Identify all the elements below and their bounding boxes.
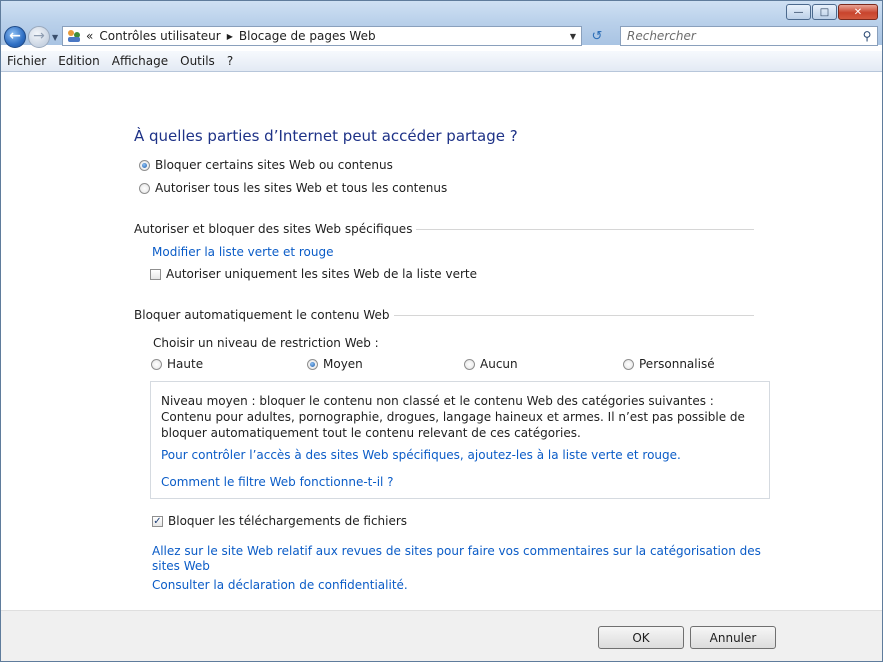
cancel-button[interactable]: Annuler	[690, 626, 776, 649]
breadcrumb-user-controls[interactable]: Contrôles utilisateur	[99, 29, 220, 43]
level-medium-label: Moyen	[323, 357, 363, 371]
page-title: À quelles parties d’Internet peut accéde…	[134, 127, 518, 145]
content-area: À quelles parties d’Internet peut accéde…	[1, 72, 882, 610]
section-auto-block-title: Bloquer automatiquement le contenu Web	[134, 308, 390, 322]
level-custom-label: Personnalisé	[639, 357, 715, 371]
radio-level-high[interactable]	[151, 358, 162, 370]
search-input[interactable]	[621, 29, 857, 43]
refresh-icon[interactable]: ↺	[585, 26, 609, 46]
menu-edit[interactable]: Edition	[58, 54, 100, 68]
address-row: ← → ▼ « Contrôles utilisateur ▶ Blocage …	[1, 25, 882, 48]
ok-button[interactable]: OK	[598, 626, 684, 649]
restriction-level-prompt: Choisir un niveau de restriction Web :	[153, 336, 379, 350]
search-box: ⚲	[620, 26, 878, 46]
level-none[interactable]: Aucun	[464, 357, 518, 371]
radio-level-none[interactable]	[464, 358, 475, 370]
breadcrumb: « Contrôles utilisateur ▶ Blocage de pag…	[86, 29, 565, 43]
site-review-link[interactable]: Allez sur le site Web relatif aux revues…	[152, 544, 762, 574]
radio-allow-all[interactable]	[139, 182, 150, 194]
back-arrow-icon: ←	[9, 28, 21, 44]
section-auto-block: Bloquer automatiquement le contenu Web	[134, 308, 754, 322]
radio-block-some[interactable]	[139, 159, 150, 171]
block-downloads[interactable]: ✓ Bloquer les téléchargements de fichier…	[152, 514, 407, 528]
level-description-box: Niveau moyen : bloquer le contenu non cl…	[150, 381, 770, 499]
history-dropdown-icon[interactable]: ▼	[52, 33, 58, 42]
edit-list-link[interactable]: Modifier la liste verte et rouge	[152, 245, 334, 259]
allow-green-only-label: Autoriser uniquement les sites Web de la…	[166, 267, 478, 281]
radio-level-custom[interactable]	[623, 358, 634, 370]
forward-arrow-icon: →	[33, 28, 45, 44]
breadcrumb-web-blocking[interactable]: Blocage de pages Web	[239, 29, 376, 43]
menu-bar: Fichier Edition Affichage Outils ?	[1, 51, 882, 72]
breadcrumb-separator-icon[interactable]: ▶	[227, 32, 233, 41]
block-downloads-label: Bloquer les téléchargements de fichiers	[168, 514, 408, 528]
parental-controls-icon	[66, 28, 82, 44]
radio-level-medium[interactable]	[307, 358, 318, 370]
menu-tools[interactable]: Outils	[180, 54, 215, 68]
option-block-some[interactable]: Bloquer certains sites Web ou contenus	[139, 158, 393, 172]
allow-green-only[interactable]: Autoriser uniquement les sites Web de la…	[150, 267, 477, 281]
option-allow-all[interactable]: Autoriser tous les sites Web et tous les…	[139, 181, 447, 195]
section-specific-sites: Autoriser et bloquer des sites Web spéci…	[134, 222, 754, 236]
breadcrumb-overflow[interactable]: «	[86, 29, 93, 43]
menu-file[interactable]: Fichier	[7, 54, 46, 68]
close-icon: ✕	[853, 6, 863, 18]
close-button[interactable]: ✕	[838, 4, 878, 20]
how-filter-works-link[interactable]: Comment le filtre Web fonctionne-t-il ?	[161, 475, 394, 489]
section-divider	[393, 314, 754, 316]
privacy-statement-link[interactable]: Consulter la déclaration de confidential…	[152, 578, 408, 592]
title-bar: — □ ✕ ← → ▼ « Contrôles utilisateur ▶ Bl…	[1, 1, 882, 48]
dialog-footer: OK Annuler	[1, 610, 882, 661]
option-block-some-label: Bloquer certains sites Web ou contenus	[155, 158, 393, 172]
address-dropdown-icon[interactable]: ▼	[565, 32, 581, 41]
level-description: Niveau moyen : bloquer le contenu non cl…	[161, 394, 745, 440]
specific-sites-info-link[interactable]: Pour contrôler l’accès à des sites Web s…	[161, 448, 681, 462]
level-none-label: Aucun	[480, 357, 518, 371]
level-custom[interactable]: Personnalisé	[623, 357, 715, 371]
menu-view[interactable]: Affichage	[112, 54, 168, 68]
maximize-icon: □	[819, 6, 830, 18]
block-downloads-checkbox[interactable]: ✓	[152, 515, 163, 527]
main-window: — □ ✕ ← → ▼ « Contrôles utilisateur ▶ Bl…	[0, 0, 883, 662]
forward-button[interactable]: →	[28, 26, 50, 48]
section-divider	[416, 228, 754, 230]
level-high-label: Haute	[167, 357, 204, 371]
section-specific-sites-title: Autoriser et bloquer des sites Web spéci…	[134, 222, 413, 236]
option-allow-all-label: Autoriser tous les sites Web et tous les…	[155, 181, 448, 195]
back-button[interactable]: ←	[4, 26, 26, 48]
menu-help[interactable]: ?	[227, 54, 233, 68]
level-medium[interactable]: Moyen	[307, 357, 363, 371]
caption-buttons: — □ ✕	[785, 4, 878, 20]
address-bar[interactable]: « Contrôles utilisateur ▶ Blocage de pag…	[62, 26, 582, 46]
search-icon[interactable]: ⚲	[857, 29, 877, 43]
minimize-button[interactable]: —	[786, 4, 811, 20]
level-high[interactable]: Haute	[151, 357, 203, 371]
maximize-button[interactable]: □	[812, 4, 837, 20]
allow-green-only-checkbox[interactable]	[150, 268, 161, 280]
minimize-icon: —	[793, 6, 804, 18]
